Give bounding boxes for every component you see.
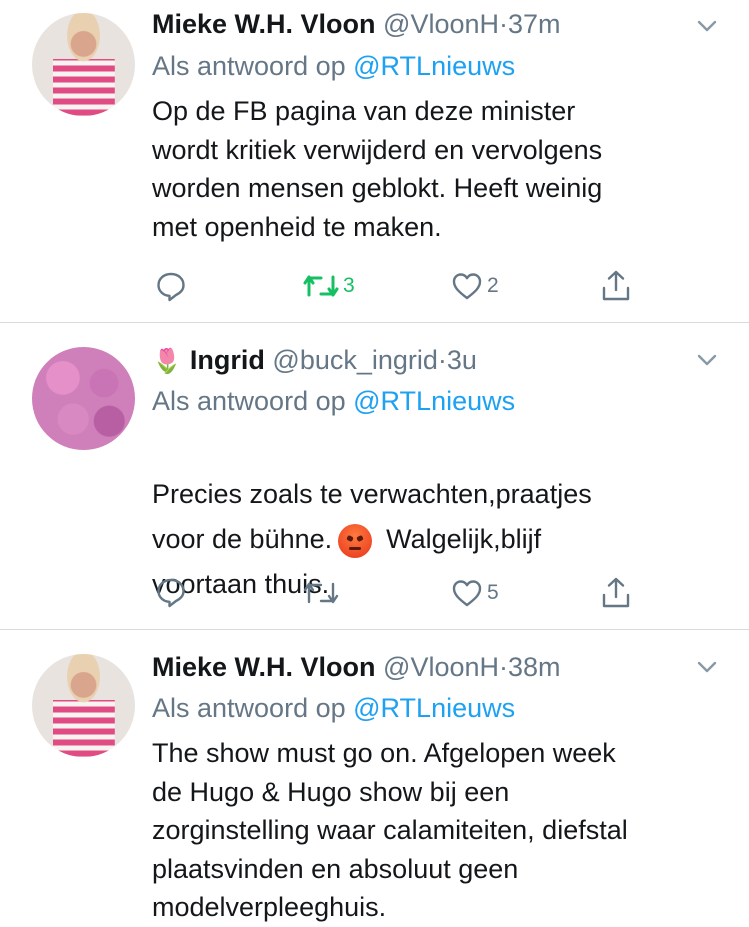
like-icon: [452, 580, 482, 607]
retweet-icon[interactable]: [303, 578, 339, 608]
reply-mention-link[interactable]: @RTLnieuws: [353, 693, 515, 723]
chevron-down-icon[interactable]: [696, 349, 718, 371]
tulip-emoji: 🌷: [152, 348, 182, 375]
tweet[interactable]: 🌷 Ingrid @buck_ingrid·3u Als antwoord op …: [0, 323, 749, 629]
reply-prefix: Als antwoord op: [152, 693, 346, 723]
like-button[interactable]: 2: [451, 269, 499, 303]
angry-face-emoji: [338, 523, 373, 558]
author-handle[interactable]: @VloonH: [383, 9, 499, 39]
like-icon: [452, 273, 482, 300]
tweet-text: Op de FB pagina van deze minister wordt …: [152, 96, 603, 242]
reply-icon[interactable]: [155, 576, 187, 608]
avatar[interactable]: [32, 654, 135, 757]
separator-dot: ·: [437, 345, 447, 375]
like-count: 2: [487, 274, 499, 297]
like-button[interactable]: 5: [451, 576, 499, 610]
tweet-header: 🌷 Ingrid @buck_ingrid·3u: [152, 342, 477, 378]
author-handle[interactable]: @VloonH: [383, 652, 499, 682]
separator-dot: ·: [499, 9, 509, 39]
tweet-time[interactable]: 38m: [508, 652, 561, 682]
author-name[interactable]: Ingrid: [190, 345, 265, 375]
tweet-time[interactable]: 37m: [508, 9, 561, 39]
reply-icon[interactable]: [155, 270, 187, 302]
reply-prefix: Als antwoord op: [152, 51, 346, 81]
avatar[interactable]: [32, 347, 135, 450]
author-name[interactable]: Mieke W.H. Vloon: [152, 9, 376, 39]
share-icon[interactable]: [600, 576, 632, 610]
reply-context: Als antwoord op @RTLnieuws: [152, 690, 515, 726]
tweet[interactable]: Mieke W.H. Vloon @VloonH·38m Als antwoor…: [0, 630, 749, 922]
reply-mention-link[interactable]: @RTLnieuws: [353, 386, 515, 416]
chevron-down-icon[interactable]: [696, 656, 718, 678]
avatar[interactable]: [32, 13, 135, 116]
tweet-text: The show must go on. Afgelopen week de H…: [152, 738, 628, 922]
chevron-down-icon[interactable]: [696, 15, 718, 37]
share-icon[interactable]: [600, 269, 632, 303]
retweet-count: 3: [343, 274, 355, 297]
separator-dot: ·: [499, 652, 509, 682]
reply-context: Als antwoord op @RTLnieuws: [152, 383, 515, 419]
retweet-icon: [303, 275, 339, 297]
like-count: 5: [487, 581, 499, 604]
tweet-time[interactable]: 3u: [447, 345, 477, 375]
tweet[interactable]: Mieke W.H. Vloon @VloonH·37m Als antwoor…: [0, 0, 749, 322]
author-name[interactable]: Mieke W.H. Vloon: [152, 652, 376, 682]
reply-prefix: Als antwoord op: [152, 386, 346, 416]
reply-mention-link[interactable]: @RTLnieuws: [353, 51, 515, 81]
tweet-header: Mieke W.H. Vloon @VloonH·38m: [152, 649, 561, 685]
retweet-button[interactable]: 3: [303, 269, 355, 303]
tweet-header: Mieke W.H. Vloon @VloonH·37m: [152, 6, 561, 42]
tweet-text: Precies zoals te verwachten,praatjes voo…: [152, 427, 732, 607]
reply-context: Als antwoord op @RTLnieuws: [152, 48, 515, 84]
author-handle[interactable]: @buck_ingrid: [272, 345, 438, 375]
